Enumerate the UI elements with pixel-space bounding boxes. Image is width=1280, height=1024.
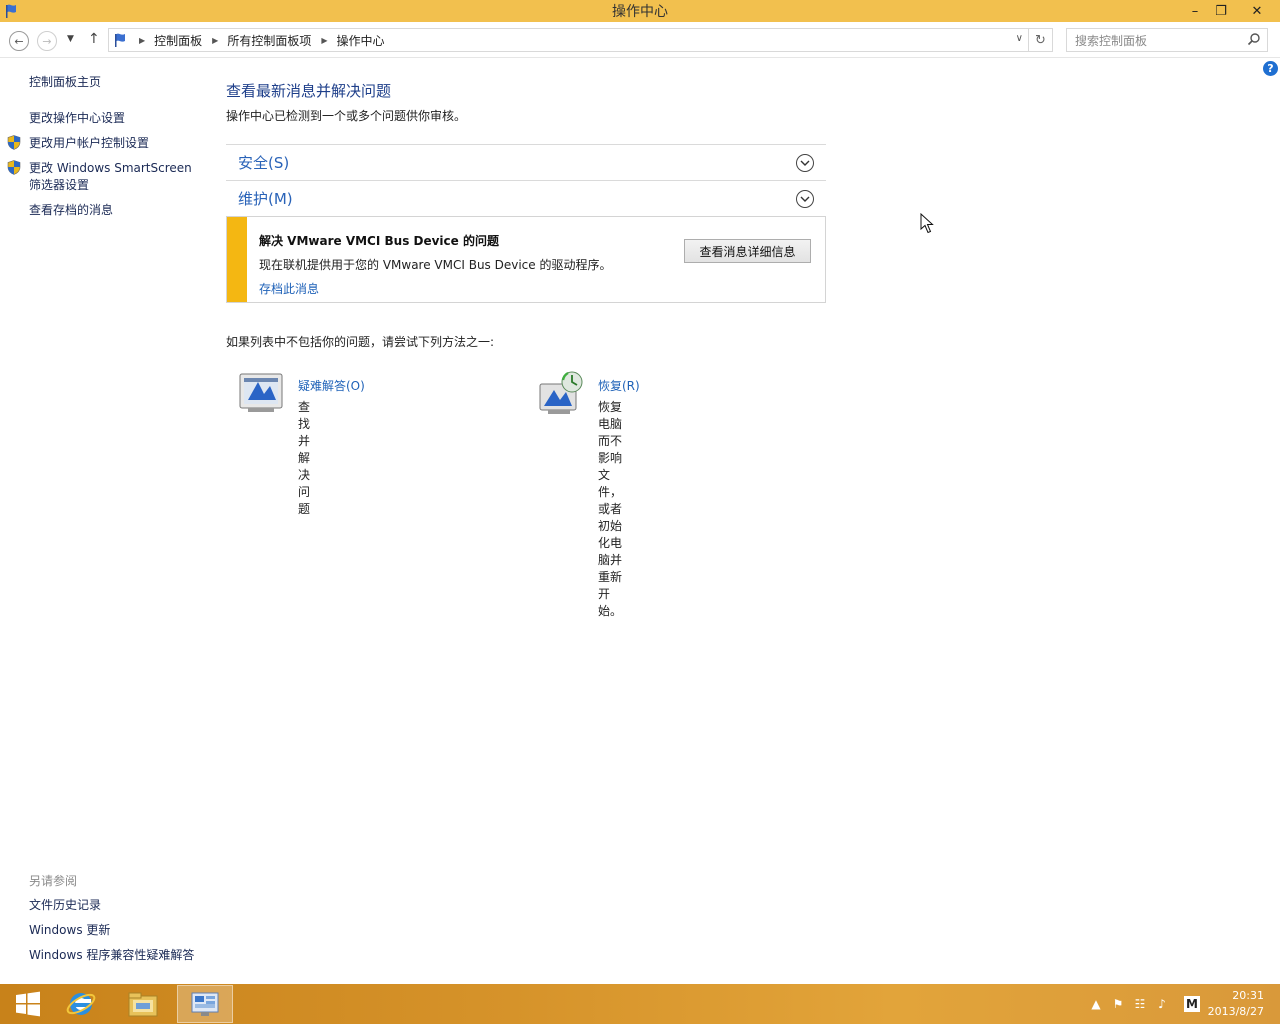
recovery-description: 恢复电脑而不影响文件，或者初始 化电脑并重新开始。 xyxy=(598,399,622,620)
breadcrumb-chevron-icon[interactable]: ▶ xyxy=(212,36,218,45)
alert-title: 解决 VMware VMCI Bus Device 的问题 xyxy=(259,234,499,248)
maintenance-section-header[interactable]: 维护(M) xyxy=(226,180,826,216)
internet-explorer-icon xyxy=(66,993,96,1015)
help-icon[interactable]: ? xyxy=(1263,61,1278,76)
view-message-details-button[interactable]: 查看消息详细信息 xyxy=(684,239,811,263)
volume-icon[interactable]: ♪ xyxy=(1154,996,1170,1012)
input-method-icon[interactable]: M xyxy=(1184,996,1200,1012)
refresh-button[interactable]: ↻ xyxy=(1029,28,1053,52)
view-archived-messages-link[interactable]: 查看存档的消息 xyxy=(29,202,113,219)
clock-date: 2013/8/27 xyxy=(1207,1005,1264,1018)
page-subtitle: 操作中心已检测到一个或多个问题供你审核。 xyxy=(226,109,467,123)
change-smartscreen-settings-link-line2[interactable]: 筛选器设置 xyxy=(29,177,89,194)
window-title: 操作中心 xyxy=(612,4,668,20)
security-section-header[interactable]: 安全(S) xyxy=(226,144,826,180)
recovery-description-line: 恢复电脑而不影响文件，或者初始 xyxy=(598,400,623,533)
breadcrumb-item[interactable]: 控制面板 xyxy=(154,32,202,49)
start-button[interactable] xyxy=(0,985,56,1023)
file-history-link[interactable]: 文件历史记录 xyxy=(29,897,101,914)
uac-shield-icon xyxy=(7,135,21,150)
breadcrumb-item[interactable]: 所有控制面板项 xyxy=(227,32,311,49)
restore-button[interactable]: ❐ xyxy=(1208,0,1234,22)
address-dropdown-icon[interactable]: ∨ xyxy=(1016,33,1023,44)
forward-button[interactable]: → xyxy=(37,31,57,51)
taskbar-internet-explorer[interactable] xyxy=(53,985,109,1023)
back-button[interactable]: ← xyxy=(9,31,29,51)
recovery-link[interactable]: 恢复(R) xyxy=(598,377,640,394)
change-action-center-settings-link[interactable]: 更改操作中心设置 xyxy=(29,110,125,127)
chevron-down-icon[interactable] xyxy=(796,190,814,208)
network-icon[interactable]: ☷ xyxy=(1132,996,1148,1012)
left-pane: 控制面板主页 更改操作中心设置 更改用户帐户控制设置 更改 Windows Sm… xyxy=(0,58,210,982)
navigation-bar: ← → ▼ ↑ ▶ 控制面板 ▶ 所有控制面板项 ▶ 操作中心 ∨ ↻ 搜索控制… xyxy=(0,22,1280,58)
chevron-down-icon[interactable] xyxy=(796,154,814,172)
control-panel-home-link[interactable]: 控制面板主页 xyxy=(29,74,101,91)
up-arrow-icon[interactable]: ↑ xyxy=(88,31,100,47)
breadcrumb-item[interactable]: 操作中心 xyxy=(337,32,385,49)
change-smartscreen-settings-link[interactable]: 更改 Windows SmartScreen xyxy=(29,160,192,177)
search-input[interactable]: 搜索控制面板 xyxy=(1066,28,1268,52)
breadcrumb-chevron-icon[interactable]: ▶ xyxy=(321,36,327,45)
flag-icon xyxy=(115,33,125,47)
minimize-button[interactable]: – xyxy=(1182,0,1208,22)
change-uac-settings-link[interactable]: 更改用户帐户控制设置 xyxy=(29,135,149,152)
maintenance-alert: 解决 VMware VMCI Bus Device 的问题 现在联机提供用于您的… xyxy=(226,216,826,303)
show-hidden-icons-icon[interactable]: ▲ xyxy=(1088,996,1104,1012)
archive-message-link[interactable]: 存档此消息 xyxy=(259,280,319,297)
clock[interactable]: 20:31 2013/8/27 xyxy=(1208,988,1264,1020)
close-button[interactable]: ✕ xyxy=(1234,0,1280,22)
taskbar: ▲ ⚑ ☷ ♪ M 20:31 2013/8/27 xyxy=(0,984,1280,1024)
system-tray: ▲ ⚑ ☷ ♪ M 20:31 2013/8/27 xyxy=(1080,984,1280,1024)
clock-time: 20:31 xyxy=(1232,989,1264,1002)
troubleshoot-link[interactable]: 疑难解答(O) xyxy=(298,377,365,394)
breadcrumb: ▶ 控制面板 ▶ 所有控制面板项 ▶ 操作中心 xyxy=(129,32,385,49)
control-panel-icon xyxy=(191,992,219,1016)
action-center-flag-icon[interactable]: ⚑ xyxy=(1110,996,1126,1012)
alternative-methods-hint: 如果列表中不包括你的问题，请尝试下列方法之一: xyxy=(226,335,495,349)
mouse-cursor-icon xyxy=(920,213,934,234)
flag-icon xyxy=(6,4,16,18)
troubleshoot-icon[interactable] xyxy=(238,370,286,418)
uac-shield-icon xyxy=(7,160,21,175)
taskbar-control-panel[interactable] xyxy=(177,985,233,1023)
compatibility-troubleshooter-link[interactable]: Windows 程序兼容性疑难解答 xyxy=(29,947,194,964)
file-explorer-icon xyxy=(128,992,158,1017)
taskbar-file-explorer[interactable] xyxy=(115,985,171,1023)
recent-locations-dropdown-icon[interactable]: ▼ xyxy=(67,34,74,44)
search-icon[interactable] xyxy=(1247,32,1261,46)
recovery-description-line: 化电脑并重新开始。 xyxy=(598,536,623,618)
alert-severity-bar xyxy=(227,217,247,302)
section-label: 安全(S) xyxy=(238,154,290,172)
windows-update-link[interactable]: Windows 更新 xyxy=(29,922,110,939)
search-placeholder: 搜索控制面板 xyxy=(1075,33,1148,48)
title-bar: 操作中心 – ❐ ✕ xyxy=(0,0,1280,22)
see-also-heading: 另请参阅 xyxy=(29,874,78,888)
section-label: 维护(M) xyxy=(238,190,293,208)
breadcrumb-chevron-icon[interactable]: ▶ xyxy=(139,36,145,45)
troubleshoot-description: 查找并解决问题 xyxy=(298,400,311,516)
windows-start-icon xyxy=(16,991,40,1017)
alert-description: 现在联机提供用于您的 VMware VMCI Bus Device 的驱动程序。 xyxy=(259,258,612,272)
recovery-icon[interactable] xyxy=(538,370,586,418)
address-bar[interactable]: ▶ 控制面板 ▶ 所有控制面板项 ▶ 操作中心 ∨ xyxy=(108,28,1029,52)
page-title: 查看最新消息并解决问题 xyxy=(226,82,392,100)
